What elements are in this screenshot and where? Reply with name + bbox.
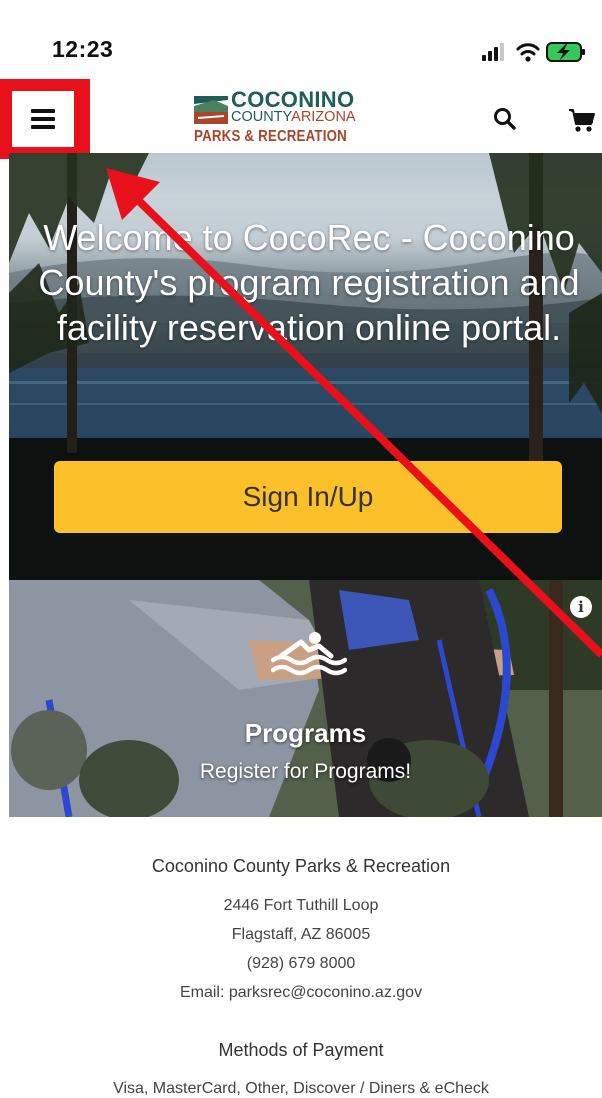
info-icon[interactable]: i: [570, 596, 592, 618]
status-time: 12:23: [52, 36, 114, 62]
footer-address-line2: Flagstaff, AZ 86005: [231, 926, 371, 943]
logo-subtitle: COUNTYARIZONA: [231, 109, 356, 125]
programs-subtitle: Register for Programs!: [199, 760, 412, 783]
programs-card[interactable]: i Programs Register for Programs!: [9, 580, 602, 817]
footer-address-line1: 2446 Fort Tuthill Loop: [223, 897, 379, 914]
menu-button[interactable]: [12, 91, 74, 147]
site-logo[interactable]: COCONINO COUNTYARIZONA PARKS & RECREATIO…: [194, 87, 356, 150]
battery-charging-icon: [546, 42, 585, 62]
logo-tagline: PARKS & RECREATION: [194, 128, 347, 145]
hero-title: Welcome to CocoRec - Coconino County's p…: [38, 217, 580, 348]
signal-icon: [482, 43, 504, 61]
programs-title: Programs: [244, 718, 367, 748]
hero-banner: Welcome to CocoRec - Coconino County's p…: [9, 153, 602, 580]
footer-org-name: Coconino County Parks & Recreation: [151, 856, 451, 876]
menu-icon: [31, 109, 55, 129]
logo-emblem: [194, 90, 228, 124]
payment-methods-list: Visa, MasterCard, Other, Discover / Dine…: [113, 1080, 489, 1097]
wifi-icon: [516, 43, 540, 62]
sign-in-button[interactable]: Sign In/Up: [54, 461, 562, 533]
logo-county: COUNTY: [231, 109, 292, 125]
swimming-icon: [271, 632, 347, 676]
footer-email[interactable]: Email: parksrec@coconino.az.gov: [0, 984, 602, 1002]
search-icon[interactable]: [492, 106, 518, 132]
cart-icon[interactable]: [568, 108, 596, 134]
status-bar: 12:23: [0, 0, 602, 78]
app-header: COCONINO COUNTYARIZONA PARKS & RECREATIO…: [0, 78, 602, 159]
status-icons: [482, 42, 585, 62]
payment-methods-title: Methods of Payment: [218, 1040, 384, 1060]
footer-phone[interactable]: (928) 679 8000: [0, 955, 602, 973]
logo-state: ARIZONA: [291, 109, 356, 125]
